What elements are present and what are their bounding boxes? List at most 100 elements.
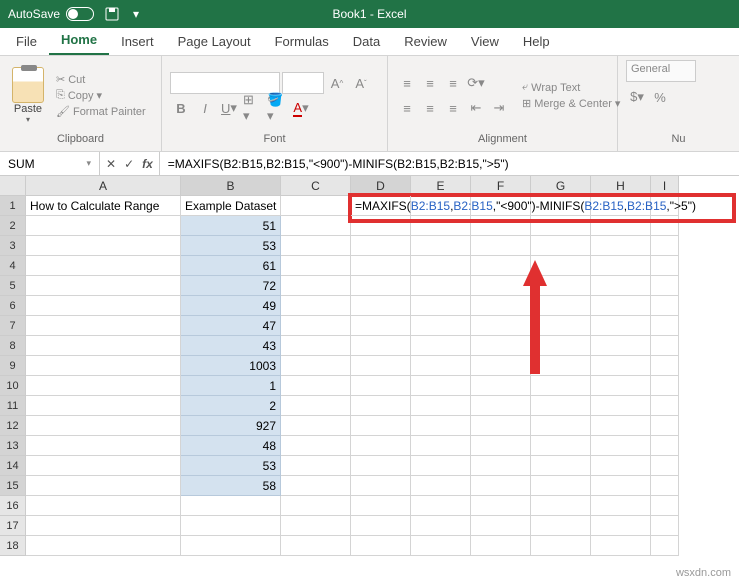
cell-E5[interactable]: [411, 276, 471, 296]
cell-C15[interactable]: [281, 476, 351, 496]
col-header-B[interactable]: B: [181, 176, 281, 196]
cell-B3[interactable]: 53: [181, 236, 281, 256]
cell-H17[interactable]: [591, 516, 651, 536]
chevron-down-icon[interactable]: ▾: [26, 115, 30, 124]
cell-C16[interactable]: [281, 496, 351, 516]
cell-E17[interactable]: [411, 516, 471, 536]
cell-H13[interactable]: [591, 436, 651, 456]
cell-B5[interactable]: 72: [181, 276, 281, 296]
cell-A3[interactable]: [26, 236, 181, 256]
paste-button[interactable]: Paste ▾: [8, 65, 48, 126]
cell-E9[interactable]: [411, 356, 471, 376]
fill-color-button[interactable]: 🪣▾: [266, 97, 288, 119]
cell-I14[interactable]: [651, 456, 679, 476]
cell-E16[interactable]: [411, 496, 471, 516]
cell-G14[interactable]: [531, 456, 591, 476]
align-right-icon[interactable]: ≡: [442, 97, 464, 119]
cell-H11[interactable]: [591, 396, 651, 416]
save-icon[interactable]: [104, 6, 120, 22]
cell-E6[interactable]: [411, 296, 471, 316]
cell-G3[interactable]: [531, 236, 591, 256]
cell-F12[interactable]: [471, 416, 531, 436]
spreadsheet-grid[interactable]: A B C D E F G H I 1 How to Calculate Ran…: [0, 176, 739, 556]
cell-F5[interactable]: [471, 276, 531, 296]
cell-I6[interactable]: [651, 296, 679, 316]
row-header-15[interactable]: 15: [0, 476, 26, 496]
formula-input[interactable]: =MAXIFS(B2:B15,B2:B15,"<900")-MINIFS(B2:…: [160, 152, 739, 175]
col-header-G[interactable]: G: [531, 176, 591, 196]
increase-indent-icon[interactable]: ⇥: [488, 97, 510, 119]
row-header-6[interactable]: 6: [0, 296, 26, 316]
wrap-text-button[interactable]: ⤶ Wrap Text: [522, 81, 620, 94]
cell-I18[interactable]: [651, 536, 679, 556]
increase-font-icon[interactable]: A^: [326, 72, 348, 94]
cell-B14[interactable]: 53: [181, 456, 281, 476]
cell-F14[interactable]: [471, 456, 531, 476]
cell-A4[interactable]: [26, 256, 181, 276]
cell-G6[interactable]: [531, 296, 591, 316]
cell-A16[interactable]: [26, 496, 181, 516]
col-header-E[interactable]: E: [411, 176, 471, 196]
row-header-7[interactable]: 7: [0, 316, 26, 336]
cell-D17[interactable]: [351, 516, 411, 536]
cell-F4[interactable]: [471, 256, 531, 276]
cell-A10[interactable]: [26, 376, 181, 396]
cell-E8[interactable]: [411, 336, 471, 356]
cell-B8[interactable]: 43: [181, 336, 281, 356]
row-header-3[interactable]: 3: [0, 236, 26, 256]
cell-H5[interactable]: [591, 276, 651, 296]
cell-D6[interactable]: [351, 296, 411, 316]
cell-I7[interactable]: [651, 316, 679, 336]
tab-help[interactable]: Help: [511, 28, 562, 55]
cell-C18[interactable]: [281, 536, 351, 556]
cell-H6[interactable]: [591, 296, 651, 316]
tab-formulas[interactable]: Formulas: [263, 28, 341, 55]
cell-G10[interactable]: [531, 376, 591, 396]
cell-H3[interactable]: [591, 236, 651, 256]
cell-D18[interactable]: [351, 536, 411, 556]
cell-H2[interactable]: [591, 216, 651, 236]
orientation-icon[interactable]: ⟳▾: [465, 72, 487, 94]
cell-H7[interactable]: [591, 316, 651, 336]
cell-D14[interactable]: [351, 456, 411, 476]
cell-G18[interactable]: [531, 536, 591, 556]
cell-E13[interactable]: [411, 436, 471, 456]
font-size-select[interactable]: [282, 72, 324, 94]
cell-A15[interactable]: [26, 476, 181, 496]
row-header-14[interactable]: 14: [0, 456, 26, 476]
cell-F16[interactable]: [471, 496, 531, 516]
row-header-2[interactable]: 2: [0, 216, 26, 236]
row-header-5[interactable]: 5: [0, 276, 26, 296]
cell-F18[interactable]: [471, 536, 531, 556]
row-header-17[interactable]: 17: [0, 516, 26, 536]
cell-C11[interactable]: [281, 396, 351, 416]
tab-review[interactable]: Review: [392, 28, 459, 55]
row-header-12[interactable]: 12: [0, 416, 26, 436]
row-header-8[interactable]: 8: [0, 336, 26, 356]
cell-C8[interactable]: [281, 336, 351, 356]
name-box[interactable]: SUM: [0, 152, 100, 175]
cell-E2[interactable]: [411, 216, 471, 236]
cell-A17[interactable]: [26, 516, 181, 536]
qat-dropdown-icon[interactable]: ▾: [128, 6, 144, 22]
cell-G13[interactable]: [531, 436, 591, 456]
bold-button[interactable]: B: [170, 97, 192, 119]
cell-H12[interactable]: [591, 416, 651, 436]
cell-I12[interactable]: [651, 416, 679, 436]
cell-D7[interactable]: [351, 316, 411, 336]
cell-I11[interactable]: [651, 396, 679, 416]
cell-F11[interactable]: [471, 396, 531, 416]
cell-D3[interactable]: [351, 236, 411, 256]
row-header-9[interactable]: 9: [0, 356, 26, 376]
cell-B2[interactable]: 51: [181, 216, 281, 236]
toggle-off-icon[interactable]: [66, 7, 94, 21]
cell-C14[interactable]: [281, 456, 351, 476]
row-header-11[interactable]: 11: [0, 396, 26, 416]
tab-home[interactable]: Home: [49, 26, 109, 55]
cell-H14[interactable]: [591, 456, 651, 476]
cell-B4[interactable]: 61: [181, 256, 281, 276]
cell-C12[interactable]: [281, 416, 351, 436]
align-top-icon[interactable]: ≡: [396, 72, 418, 94]
row-header-18[interactable]: 18: [0, 536, 26, 556]
cell-F13[interactable]: [471, 436, 531, 456]
